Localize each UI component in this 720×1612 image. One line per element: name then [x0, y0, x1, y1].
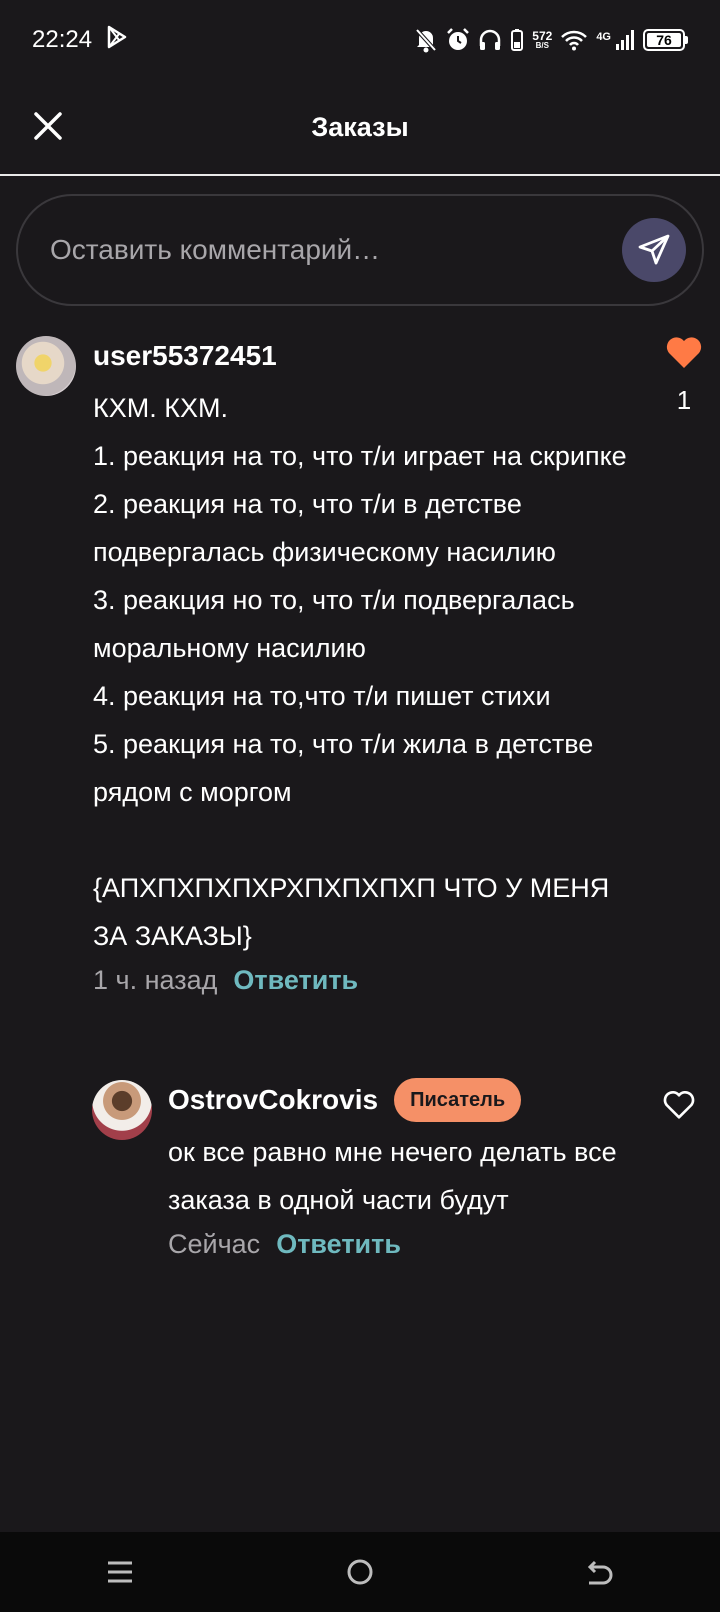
- heart-outline-icon[interactable]: [662, 1090, 696, 1125]
- comment-username[interactable]: user55372451: [93, 336, 633, 376]
- like-count: 1: [676, 385, 692, 415]
- status-bar: 22:24 572 B/S 4G 76: [0, 0, 720, 80]
- comment-time: 1 ч. назад: [93, 965, 218, 995]
- wifi-icon: [560, 29, 588, 51]
- page-title: Заказы: [311, 111, 409, 142]
- comment-body: user55372451 КХМ. КХМ. 1. реакция на то,…: [93, 336, 633, 1000]
- close-icon: [34, 112, 62, 140]
- battery-icon: 76: [643, 29, 688, 51]
- close-button[interactable]: [30, 108, 66, 144]
- comment-bar: [16, 194, 704, 306]
- like-area: 1: [662, 336, 706, 416]
- avatar[interactable]: [16, 336, 76, 396]
- username-text: user55372451: [93, 340, 277, 371]
- writer-badge: Писатель: [394, 1078, 522, 1122]
- comment-meta: Сейчас Ответить: [168, 1224, 628, 1264]
- home-icon: [347, 1559, 373, 1585]
- back-button[interactable]: [570, 1542, 630, 1602]
- status-right: 572 B/S 4G 76: [414, 27, 688, 53]
- comment-time: Сейчас: [168, 1229, 261, 1259]
- back-icon: [587, 1560, 613, 1585]
- reply-button[interactable]: Ответить: [233, 960, 358, 1000]
- battery-saver-icon: [510, 28, 524, 52]
- system-nav-bar: [0, 1532, 720, 1612]
- comment-username[interactable]: OstrovCokrovis Писатель: [168, 1078, 628, 1122]
- battery-tip: [685, 36, 688, 44]
- mute-icon: [414, 27, 438, 53]
- battery-level: 76: [647, 32, 681, 48]
- status-time: 22:24: [32, 26, 93, 53]
- comment-body: OstrovCokrovis Писатель ок все равно мне…: [168, 1078, 628, 1264]
- menu-icon: [108, 1561, 132, 1583]
- comment-text: КХМ. КХМ. 1. реакция на то, что т/и игра…: [93, 393, 627, 951]
- heart-filled-icon[interactable]: [665, 336, 703, 375]
- play-store-icon: [106, 25, 128, 56]
- comment-input[interactable]: [50, 234, 622, 266]
- battery-body: 76: [643, 29, 685, 51]
- status-left: 22:24: [32, 25, 128, 56]
- comment-text: ок все равно мне нечего делать все заказ…: [168, 1137, 625, 1215]
- network-type: 4G: [596, 31, 611, 43]
- net-speed-unit: B/S: [535, 41, 549, 50]
- net-speed: 572 B/S: [532, 30, 552, 50]
- signal-icon: [615, 29, 635, 51]
- headphones-icon: [478, 28, 502, 52]
- username-text: OstrovCokrovis: [168, 1084, 379, 1115]
- header: Заказы: [0, 80, 720, 176]
- screen: 22:24 572 B/S 4G 76 Заказы Оставить комм…: [0, 0, 720, 1612]
- reply-button[interactable]: Ответить: [276, 1224, 401, 1264]
- comment-meta: 1 ч. назад Ответить: [93, 960, 633, 1000]
- avatar[interactable]: [92, 1080, 152, 1140]
- home-button[interactable]: [330, 1542, 390, 1602]
- menu-button[interactable]: [90, 1542, 150, 1602]
- alarm-icon: [446, 27, 470, 53]
- send-button[interactable]: [622, 218, 686, 282]
- send-icon: [638, 234, 670, 265]
